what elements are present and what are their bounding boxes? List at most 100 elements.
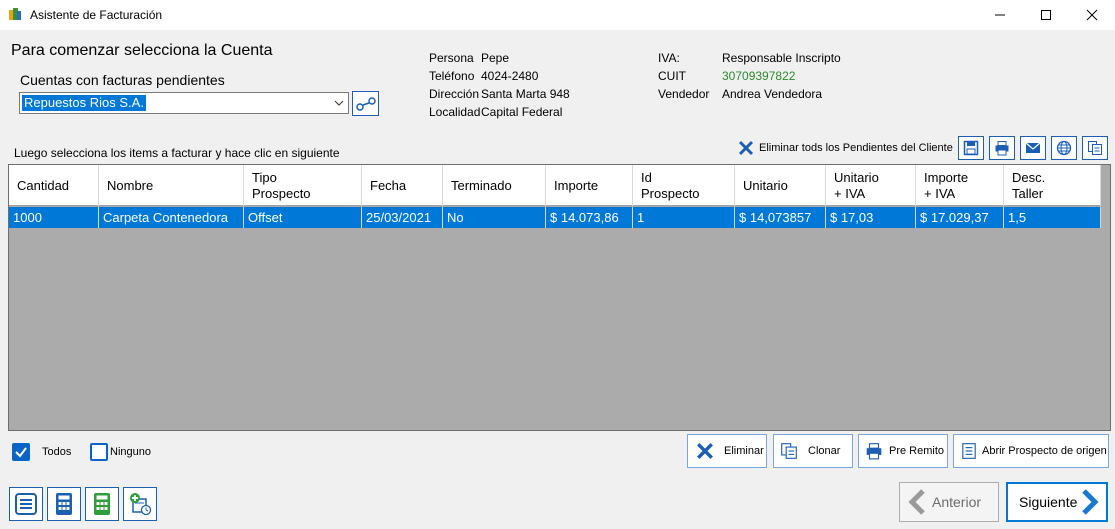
column-header-unitario[interactable]: Unitario — [735, 165, 826, 206]
column-header-desc-taller[interactable]: Desc. Taller — [1004, 165, 1101, 206]
save-button[interactable] — [958, 136, 984, 160]
cell-desc-taller[interactable]: 1,5 — [1004, 207, 1101, 228]
save-icon — [963, 140, 979, 156]
cell-nombre[interactable]: Carpeta Contenedora — [99, 207, 244, 228]
title-bar: Asistente de Facturación — [0, 0, 1115, 30]
direccion-label: Dirección — [429, 87, 480, 101]
app-icon — [9, 8, 21, 20]
minimize-button[interactable] — [977, 0, 1023, 30]
grid-header: Cantidad Nombre Tipo Prospecto Fecha Termina… — [9, 165, 1101, 206]
ninguno-label: Ninguno — [110, 446, 151, 458]
cell-unitario[interactable]: $ 14,073857 — [735, 207, 826, 228]
list-icon — [15, 493, 37, 515]
chevron-left-icon — [908, 489, 925, 515]
calculator-button[interactable] — [47, 487, 81, 521]
delete-all-pending-button[interactable]: Eliminar tods los Pendientes del Cliente — [738, 139, 953, 157]
iva-value: Responsable Inscripto — [722, 51, 841, 65]
cell-importe-iva[interactable]: $ 17.029,37 — [916, 207, 1004, 228]
items-instruction: Luego selecciona los items a facturar y … — [14, 146, 340, 160]
column-header-nombre[interactable]: Nombre — [99, 165, 244, 206]
calculator-green-icon — [94, 493, 110, 515]
cell-importe[interactable]: $ 14.073,86 — [546, 207, 633, 228]
column-header-importe[interactable]: Importe — [546, 165, 633, 206]
cuit-value: 30709397822 — [722, 69, 796, 83]
print-icon — [995, 141, 1009, 156]
check-icon — [15, 447, 27, 458]
copy-button[interactable] — [1082, 136, 1108, 160]
abrir-prospecto-label: Abrir Prospecto de origen — [982, 445, 1107, 457]
window-title: Asistente de Facturación — [30, 8, 163, 22]
cell-unitario-iva[interactable]: $ 17,03 — [826, 207, 916, 228]
maximize-icon — [1041, 10, 1051, 20]
print-button[interactable] — [989, 136, 1015, 160]
account-combo[interactable]: Repuestos Rios S.A. — [19, 92, 349, 114]
pre-remito-button[interactable]: Pre Remito — [858, 434, 948, 468]
items-grid[interactable]: Cantidad Nombre Tipo Prospecto Fecha Termina… — [8, 164, 1111, 431]
direccion-value: Santa Marta 948 — [481, 87, 570, 101]
siguiente-button[interactable]: Siguiente — [1006, 482, 1108, 522]
account-selected: Repuestos Rios S.A. — [22, 95, 146, 111]
email-icon — [1025, 142, 1041, 153]
table-row[interactable]: 1000 Carpeta Contenedora Offset 25/03/2021 N… — [9, 207, 1101, 228]
cuit-label: CUIT — [658, 69, 686, 83]
column-header-terminado[interactable]: Terminado — [443, 165, 546, 206]
add-schedule-button[interactable] — [123, 487, 157, 521]
column-header-cantidad[interactable]: Cantidad — [9, 165, 99, 206]
close-button[interactable] — [1069, 0, 1115, 30]
siguiente-label: Siguiente — [1019, 494, 1078, 510]
list-button[interactable] — [9, 487, 43, 521]
todos-label: Todos — [42, 446, 72, 458]
minimize-icon — [995, 14, 1005, 16]
delete-all-label: Eliminar tods los Pendientes del Cliente — [759, 142, 953, 154]
cell-id-prospecto[interactable]: 1 — [633, 207, 735, 228]
account-heading: Para comenzar selecciona la Cuenta — [11, 42, 273, 59]
calculator-icon — [56, 493, 72, 515]
localidad-value: Capital Federal — [481, 105, 563, 119]
cell-terminado[interactable]: No — [443, 207, 546, 228]
eliminar-label: Eliminar — [724, 445, 764, 457]
clonar-label: Clonar — [808, 445, 841, 457]
link-icon — [355, 96, 376, 111]
web-button[interactable] — [1051, 136, 1077, 160]
delete-x-icon — [738, 140, 754, 156]
print-icon — [866, 443, 882, 460]
persona-label: Persona — [429, 51, 474, 65]
ninguno-check-box — [90, 443, 108, 461]
clonar-button[interactable]: Clonar — [773, 434, 853, 468]
anterior-label: Anterior — [932, 494, 982, 510]
ninguno-checkbox[interactable]: Ninguno — [90, 443, 151, 461]
anterior-button[interactable]: Anterior — [899, 482, 999, 522]
close-icon — [1086, 9, 1098, 21]
eliminar-button[interactable]: Eliminar — [687, 434, 767, 468]
column-header-importe-iva[interactable]: Importe + IVA — [916, 165, 1004, 206]
pre-remito-label: Pre Remito — [889, 445, 945, 457]
chevron-down-icon — [334, 100, 344, 106]
telefono-value: 4024-2480 — [481, 69, 539, 83]
add-schedule-icon — [130, 493, 152, 516]
link-account-button[interactable] — [352, 91, 379, 116]
delete-x-icon — [697, 443, 713, 459]
clone-icon — [781, 443, 797, 459]
column-header-tipo-prospecto[interactable]: Tipo Prospecto — [244, 165, 362, 206]
chevron-right-icon — [1082, 489, 1099, 515]
persona-value: Pepe — [481, 51, 510, 65]
document-icon — [962, 443, 976, 459]
maximize-button[interactable] — [1023, 0, 1069, 30]
abrir-prospecto-button[interactable]: Abrir Prospecto de origen — [953, 434, 1109, 468]
copy-icon — [1088, 141, 1102, 155]
cell-cantidad[interactable]: 1000 — [9, 207, 99, 228]
column-header-id-prospecto[interactable]: Id Prospecto — [633, 165, 735, 206]
todos-checkbox[interactable]: Todos — [12, 443, 71, 461]
column-header-unitario-iva[interactable]: Unitario + IVA — [826, 165, 916, 206]
todos-check-box — [12, 443, 30, 461]
cell-tipo-prospecto[interactable]: Offset — [244, 207, 362, 228]
vendedor-label: Vendedor — [658, 87, 710, 101]
accounts-label: Cuentas con facturas pendientes — [20, 72, 225, 88]
column-header-fecha[interactable]: Fecha — [362, 165, 443, 206]
localidad-label: Localidad — [429, 105, 481, 119]
calculator-green-button[interactable] — [85, 487, 119, 521]
email-button[interactable] — [1020, 136, 1046, 160]
vendedor-value: Andrea Vendedora — [722, 87, 823, 101]
cell-fecha[interactable]: 25/03/2021 — [362, 207, 443, 228]
web-icon — [1056, 140, 1072, 156]
